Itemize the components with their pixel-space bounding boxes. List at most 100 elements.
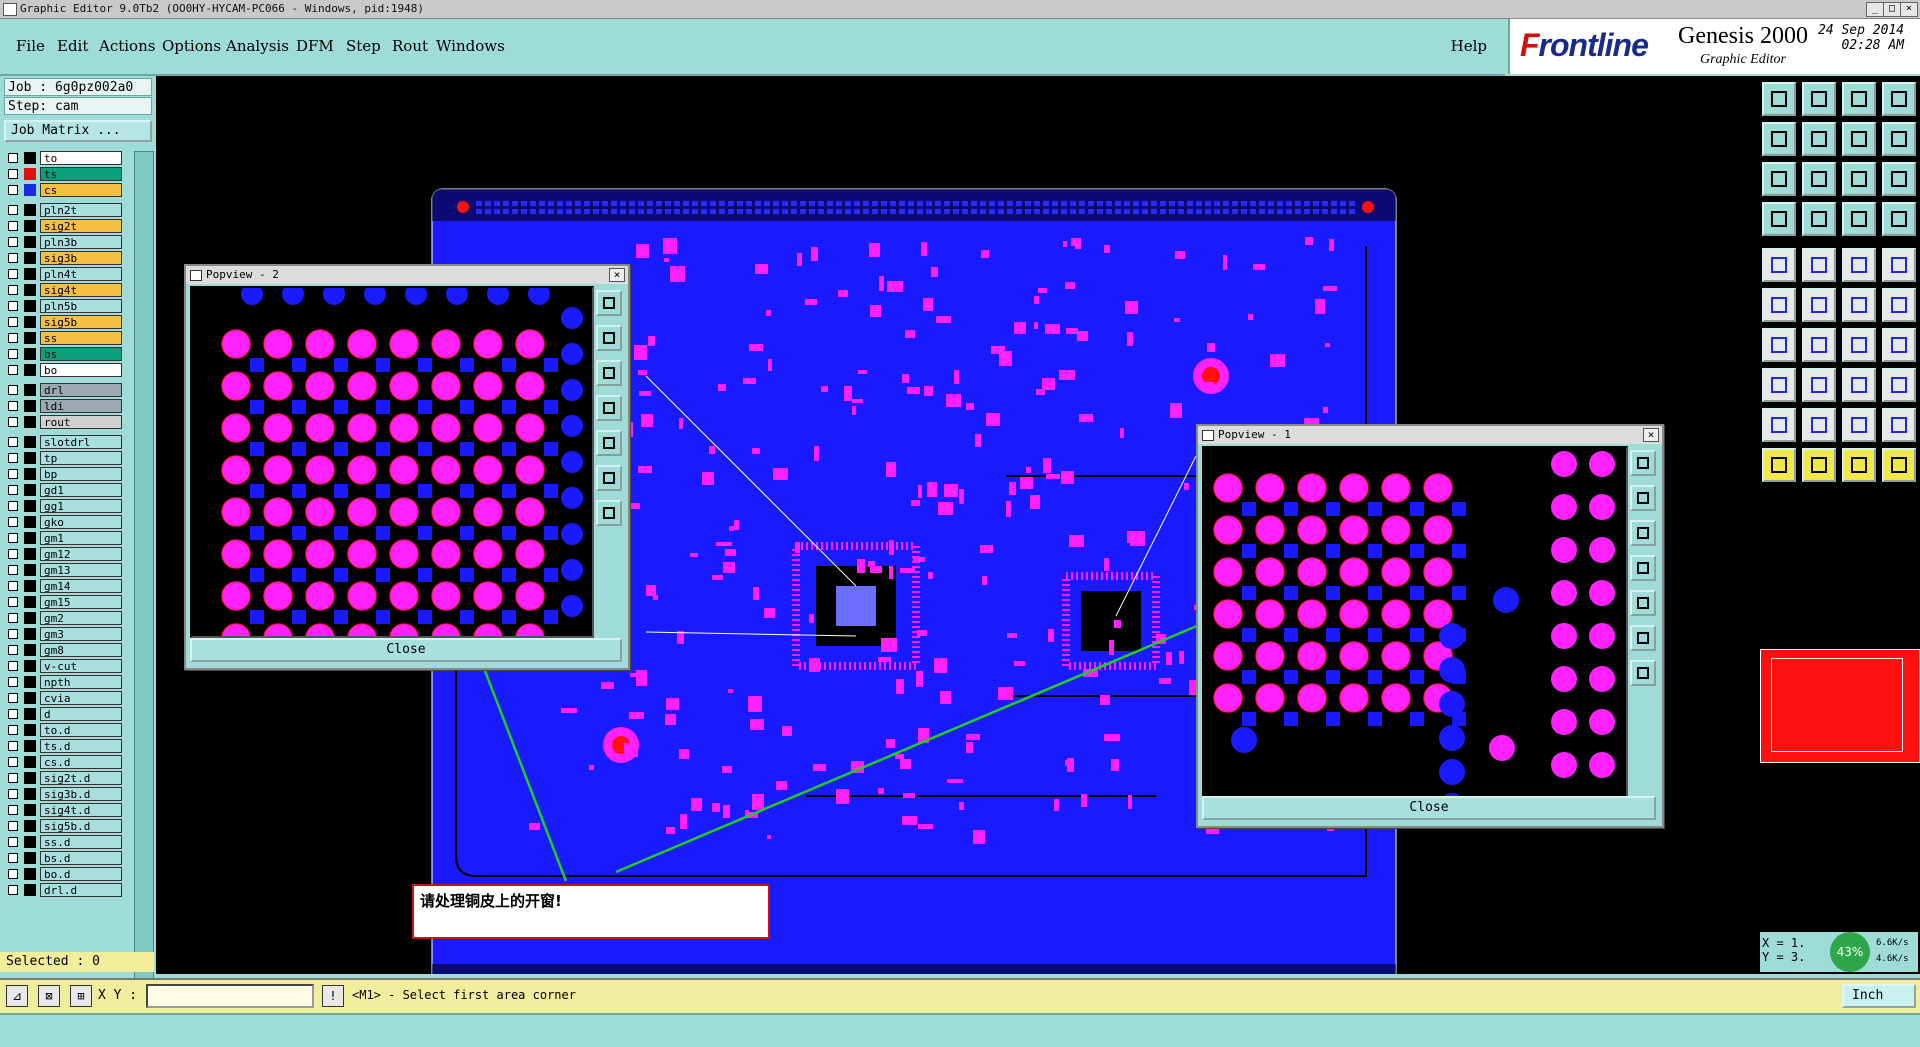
layer-row[interactable]: sig5b.d [4, 819, 124, 833]
layer-name[interactable]: sig5b.d [40, 819, 122, 833]
layer-checkbox[interactable] [8, 237, 18, 247]
layer-checkbox[interactable] [8, 869, 18, 879]
layer-name[interactable]: cs [40, 183, 122, 197]
layer-name[interactable]: sig2t [40, 219, 122, 233]
layer-checkbox[interactable] [8, 253, 18, 263]
layer-row[interactable]: to.d [4, 723, 124, 737]
popview-tool-button[interactable] [1630, 625, 1656, 651]
layer-checkbox[interactable] [8, 805, 18, 815]
layer-name[interactable]: gm2 [40, 611, 122, 625]
layer-name[interactable]: sig3b.d [40, 787, 122, 801]
popview-tool-button[interactable] [596, 360, 622, 386]
layer-name[interactable]: gm15 [40, 595, 122, 609]
flip-icon[interactable] [1882, 368, 1916, 402]
popview-tool-button[interactable] [596, 395, 622, 421]
layer-name[interactable]: pln4t [40, 267, 122, 281]
layer-checkbox[interactable] [8, 169, 18, 179]
layer-name[interactable]: cvia [40, 691, 122, 705]
layer-row[interactable]: sig4t.d [4, 803, 124, 817]
unit-selector[interactable]: Inch [1842, 984, 1916, 1008]
layer-row[interactable]: slotdrl [4, 435, 124, 449]
layer-checkbox[interactable] [8, 773, 18, 783]
layer-row[interactable]: d [4, 707, 124, 721]
layer-row[interactable]: gd1 [4, 483, 124, 497]
layer-checkbox[interactable] [8, 725, 18, 735]
layer-checkbox[interactable] [8, 677, 18, 687]
layer-name[interactable]: sig3b [40, 251, 122, 265]
popview-1-view[interactable] [1202, 446, 1628, 798]
menu-rout[interactable]: Rout [392, 37, 428, 55]
layer-name[interactable]: to [40, 151, 122, 165]
pointer-icon[interactable] [1762, 448, 1796, 482]
layer-row[interactable]: gm13 [4, 563, 124, 577]
popview-tool-button[interactable] [1630, 555, 1656, 581]
layer-checkbox[interactable] [8, 821, 18, 831]
minimize-button[interactable]: _ [1866, 2, 1884, 17]
layer-name[interactable]: gm14 [40, 579, 122, 593]
layer-checkbox[interactable] [8, 517, 18, 527]
layer-name[interactable]: gm12 [40, 547, 122, 561]
layer-row[interactable]: gko [4, 515, 124, 529]
menu-edit[interactable]: Edit [57, 37, 88, 55]
layer-checkbox[interactable] [8, 269, 18, 279]
popview-1-close-button[interactable]: Close [1202, 796, 1656, 820]
layer-row[interactable]: gm3 [4, 627, 124, 641]
layer-row[interactable]: gm8 [4, 643, 124, 657]
ruler-icon[interactable] [1842, 248, 1876, 282]
popview-1-x-button[interactable]: × [1643, 428, 1659, 442]
layer-row[interactable]: bs.d [4, 851, 124, 865]
layer-name[interactable]: pln3b [40, 235, 122, 249]
layer-name[interactable]: npth [40, 675, 122, 689]
layer-checkbox[interactable] [8, 417, 18, 427]
layer-row[interactable]: tp [4, 451, 124, 465]
popview-2-x-button[interactable]: × [609, 268, 625, 282]
layer-checkbox[interactable] [8, 301, 18, 311]
xy-input[interactable] [146, 984, 314, 1008]
layer-name[interactable]: ss [40, 331, 122, 345]
layer-row[interactable]: ldi [4, 399, 124, 413]
layer-name[interactable]: bo.d [40, 867, 122, 881]
layer-checkbox[interactable] [8, 317, 18, 327]
layer-name[interactable]: gg1 [40, 499, 122, 513]
zoom-fit-icon[interactable] [1762, 162, 1796, 196]
triangle-d-icon[interactable] [1882, 408, 1916, 442]
help-icon[interactable] [1882, 162, 1916, 196]
layer-checkbox[interactable] [8, 757, 18, 767]
layer-row[interactable]: sig5b [4, 315, 124, 329]
layer-name[interactable]: gd1 [40, 483, 122, 497]
layer-checkbox[interactable] [8, 581, 18, 591]
layer-row[interactable]: gm15 [4, 595, 124, 609]
layer-checkbox[interactable] [8, 285, 18, 295]
layer-name[interactable]: to.d [40, 723, 122, 737]
layer-name[interactable]: rout [40, 415, 122, 429]
layer-row[interactable]: bo.d [4, 867, 124, 881]
layer-name[interactable]: sig5b [40, 315, 122, 329]
layer-row[interactable]: cs.d [4, 755, 124, 769]
layer-checkbox[interactable] [8, 693, 18, 703]
layer-name[interactable]: gm13 [40, 563, 122, 577]
maximize-button[interactable]: □ [1883, 2, 1901, 17]
layer-checkbox[interactable] [8, 741, 18, 751]
layer-row[interactable]: gm12 [4, 547, 124, 561]
layer-checkbox[interactable] [8, 789, 18, 799]
layer-checkbox[interactable] [8, 885, 18, 895]
layer-down-icon[interactable] [1802, 82, 1836, 116]
layer-row[interactable]: sig3b [4, 251, 124, 265]
layer-row[interactable]: drl.d [4, 883, 124, 897]
pan-right-icon[interactable] [1802, 122, 1836, 156]
cross-icon[interactable] [1802, 288, 1836, 322]
menu-help[interactable]: Help [1451, 37, 1487, 55]
triangle-c-icon[interactable] [1842, 408, 1876, 442]
layer-row[interactable]: cs [4, 183, 124, 197]
layer-row[interactable]: npth [4, 675, 124, 689]
layer-checkbox[interactable] [8, 333, 18, 343]
layer-name[interactable]: sig4t [40, 283, 122, 297]
job-matrix-button[interactable]: Job Matrix ... [4, 120, 152, 142]
grid-tool-icon[interactable]: ⊞ [70, 985, 92, 1007]
layer-name[interactable]: gko [40, 515, 122, 529]
overview-box[interactable] [1760, 649, 1920, 763]
layer-name[interactable]: slotdrl [40, 435, 122, 449]
popview-2-view[interactable] [190, 286, 594, 638]
layer-row[interactable]: sig3b.d [4, 787, 124, 801]
layer-checkbox[interactable] [8, 645, 18, 655]
